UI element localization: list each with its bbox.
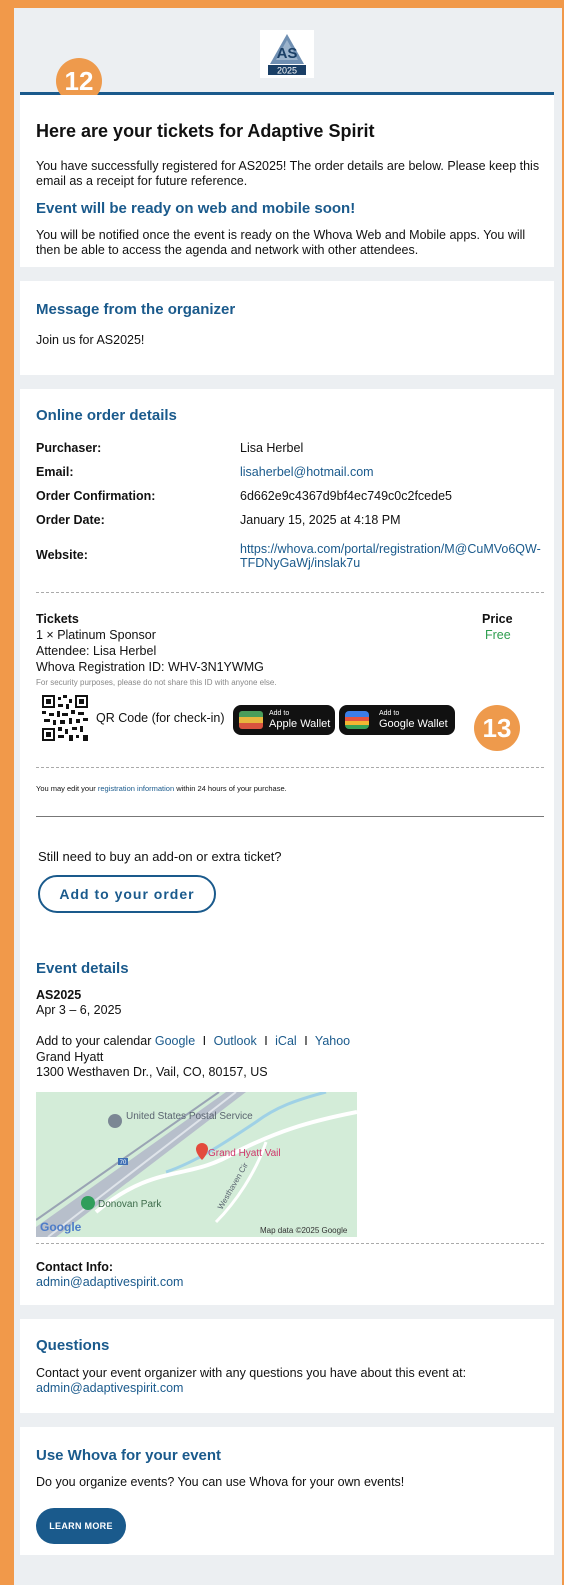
- contact-email-link[interactable]: admin@adaptivespirit.com: [36, 1275, 183, 1289]
- website-label: Website:: [36, 548, 88, 562]
- registration-id: Whova Registration ID: WHV-3N1YWMG: [36, 660, 264, 674]
- ready-text: You will be notified once the event is r…: [36, 228, 526, 257]
- calendar-ical-link[interactable]: iCal: [275, 1034, 297, 1048]
- questions-text: Contact your event organizer with any qu…: [36, 1366, 467, 1380]
- calendar-yahoo-link[interactable]: Yahoo: [315, 1034, 350, 1048]
- calendar-outlook-link[interactable]: Outlook: [214, 1034, 257, 1048]
- organizer-section: Message from the organizer Join us for A…: [20, 281, 554, 375]
- whova-heading: Use Whova for your event: [36, 1447, 222, 1464]
- google-wallet-label: Google Wallet: [379, 718, 448, 730]
- order-row-confirmation: Order Confirmation: 6d662e9c4367d9bf4ec7…: [36, 489, 452, 503]
- google-wallet-icon: [345, 711, 369, 729]
- purchaser-value: Lisa Herbel: [240, 441, 304, 455]
- edit-note: You may edit your registration informati…: [36, 784, 287, 793]
- page-title: Here are your tickets for Adaptive Spiri…: [36, 121, 375, 141]
- event-dates: Apr 3 – 6, 2025: [36, 1003, 122, 1017]
- venue-name: Grand Hyatt: [36, 1050, 104, 1064]
- calendar-prefix: Add to your calendar: [36, 1034, 152, 1048]
- order-row-email: Email: lisaherbel@hotmail.com: [36, 465, 374, 479]
- questions-email-link[interactable]: admin@adaptivespirit.com: [36, 1381, 183, 1395]
- order-row-purchaser: Purchaser: Lisa Herbel: [36, 441, 303, 455]
- ready-heading: Event will be ready on web and mobile so…: [36, 200, 356, 217]
- svg-text:2025: 2025: [277, 66, 297, 76]
- apple-wallet-button[interactable]: Add to Apple Wallet: [233, 705, 335, 735]
- whova-text: Do you organize events? You can use Whov…: [36, 1475, 405, 1489]
- intro-text: You have successfully registered for AS2…: [36, 159, 540, 188]
- confirmation-value: 6d662e9c4367d9bf4ec749c0c2fcede5: [240, 489, 452, 503]
- website-link[interactable]: https://whova.com/portal/registration/M@…: [240, 542, 546, 570]
- calendar-google-link[interactable]: Google: [155, 1034, 195, 1048]
- price-heading: Price: [482, 612, 513, 626]
- divider: [36, 767, 544, 768]
- divider: [36, 592, 544, 593]
- svg-text:AS: AS: [277, 45, 298, 62]
- event-name: AS2025: [36, 988, 82, 1002]
- event-heading: Event details: [36, 960, 129, 977]
- calendar-links: Add to your calendar Google I Outlook I …: [36, 1034, 350, 1048]
- organizer-message: Join us for AS2025!: [36, 333, 145, 347]
- svg-text:United States Postal Service: United States Postal Service: [126, 1111, 253, 1122]
- venue-address: 1300 Westhaven Dr., Vail, CO, 80157, US: [36, 1065, 268, 1079]
- confirmation-label: Order Confirmation:: [36, 489, 156, 503]
- google-wallet-button[interactable]: Add to Google Wallet: [339, 705, 455, 735]
- calendar-separator: I: [304, 1034, 308, 1048]
- learn-more-button[interactable]: LEARN MORE: [36, 1508, 126, 1544]
- wallet-icon: [239, 711, 263, 729]
- svg-text:Grand Hyatt Vail: Grand Hyatt Vail: [208, 1148, 281, 1159]
- edit-note-prefix: You may edit your: [36, 784, 98, 793]
- apple-wallet-small: Add to: [269, 710, 290, 717]
- google-wallet-small: Add to: [379, 710, 400, 717]
- order-date-value: January 15, 2025 at 4:18 PM: [240, 513, 401, 527]
- calendar-separator: I: [264, 1034, 268, 1048]
- add-to-order-button[interactable]: Add to your order: [38, 875, 216, 913]
- svg-text:70: 70: [120, 1160, 127, 1166]
- registration-info-link[interactable]: registration information: [98, 784, 174, 793]
- tickets-heading: Tickets: [36, 612, 79, 626]
- divider: [36, 816, 544, 817]
- ticket-price: Free: [485, 628, 511, 642]
- questions-section: Questions Contact your event organizer w…: [20, 1319, 554, 1413]
- divider: [36, 1243, 544, 1244]
- adaptive-spirit-logo: AS 2025: [260, 30, 314, 78]
- venue-map[interactable]: 70 United States Postal Service Grand Hy…: [36, 1092, 357, 1237]
- purchaser-label: Purchaser:: [36, 441, 102, 455]
- order-section: Online order details Purchaser: Lisa Her…: [20, 389, 554, 940]
- edit-note-suffix: within 24 hours of your purchase.: [174, 784, 287, 793]
- svg-text:Map data ©2025 Google: Map data ©2025 Google: [260, 1226, 348, 1235]
- event-section: Event details AS2025 Apr 3 – 6, 2025 Add…: [20, 940, 554, 1305]
- step-badge-13: 13: [474, 705, 520, 751]
- ticket-attendee: Attendee: Lisa Herbel: [36, 644, 157, 658]
- addon-prompt: Still need to buy an add-on or extra tic…: [38, 849, 282, 864]
- email-frame: AS 2025 12 Here are your tickets for Ada…: [14, 8, 562, 1585]
- qr-label: QR Code (for check-in): [96, 711, 225, 725]
- questions-heading: Questions: [36, 1337, 110, 1354]
- order-row-date: Order Date: January 15, 2025 at 4:18 PM: [36, 513, 401, 527]
- svg-text:Google: Google: [40, 1220, 82, 1234]
- contact-label: Contact Info:: [36, 1260, 114, 1274]
- intro-section: Here are your tickets for Adaptive Spiri…: [20, 95, 554, 267]
- order-heading: Online order details: [36, 407, 177, 424]
- qr-code-icon[interactable]: [42, 695, 88, 741]
- organizer-heading: Message from the organizer: [36, 301, 236, 318]
- order-date-label: Order Date:: [36, 513, 105, 527]
- apple-wallet-label: Apple Wallet: [269, 718, 331, 730]
- order-row-website: Website: https://whova.com/portal/regist…: [36, 542, 546, 574]
- email-label: Email:: [36, 465, 74, 479]
- email-link[interactable]: lisaherbel@hotmail.com: [240, 465, 540, 479]
- svg-text:Donovan Park: Donovan Park: [98, 1199, 162, 1210]
- calendar-separator: I: [202, 1034, 207, 1048]
- ticket-item: 1 × Platinum Sponsor: [36, 628, 156, 642]
- security-note: For security purposes, please do not sha…: [36, 678, 277, 687]
